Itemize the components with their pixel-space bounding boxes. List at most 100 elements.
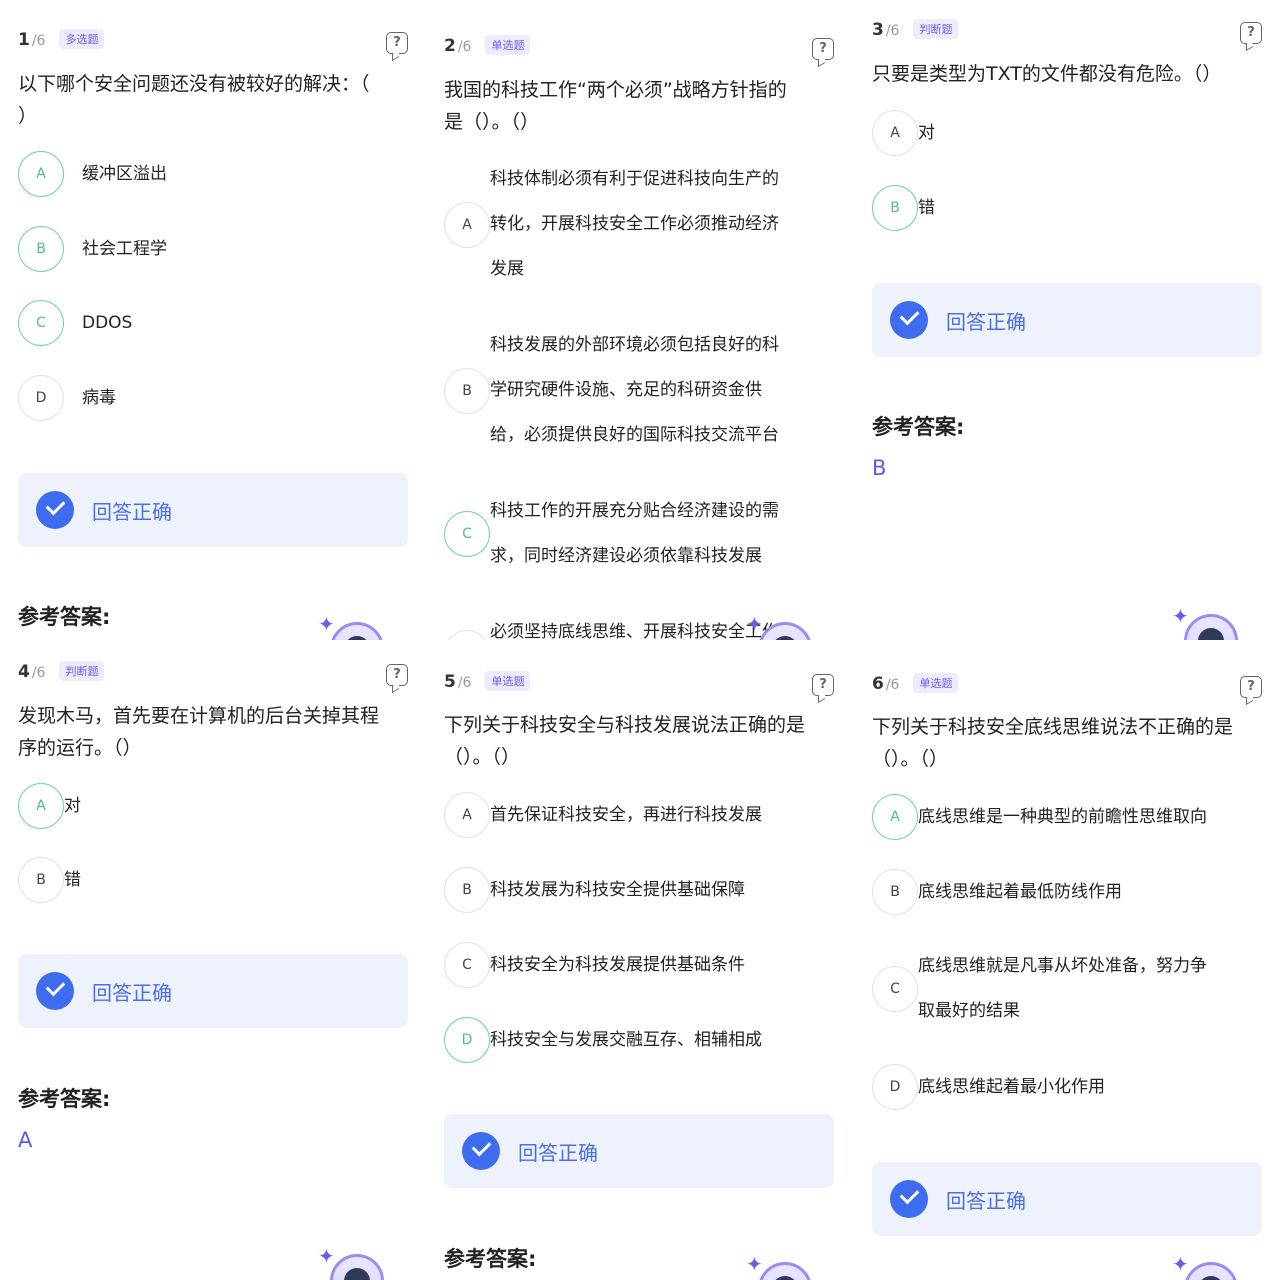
option-key: D (444, 1017, 490, 1063)
help-icon[interactable]: ? (812, 674, 834, 696)
option-key: C (872, 966, 918, 1012)
question-card-1: 1 /6 多选题 ? 以下哪个安全问题还没有被较好的解决：（ ） A 缓冲区溢出… (0, 0, 426, 640)
question-card-6: 6 /6 单选题 ? 下列关于科技安全底线思维说法不正确的是 （）。（） A 底… (854, 640, 1280, 1280)
option-text-line: 必须坚持底线思维、开展科技安全工作 (490, 622, 779, 640)
check-icon (462, 1132, 500, 1170)
option-a[interactable]: A 科技体制必须有利于促进科技向生产的 转化，开展科技安全工作必须推动经济 发展 (444, 157, 779, 292)
question-type-badge: 多选题 (59, 29, 105, 49)
question-text-line: 下列关于科技安全底线思维说法不正确的是 (872, 716, 1234, 738)
option-d[interactable]: D 必须坚持底线思维、开展科技安全工作 (444, 610, 779, 640)
question-header: 1 /6 多选题 (18, 29, 105, 51)
question-text-line: （）。（） (444, 746, 521, 768)
question-number: 5 (444, 672, 456, 692)
option-d[interactable]: D 底线思维起着最小化作用 (872, 1064, 1105, 1110)
option-text: 底线思维是一种典型的前瞻性思维取向 (918, 806, 1207, 827)
assistant-avatar[interactable]: ✦ (1172, 604, 1238, 640)
option-key: A (444, 201, 490, 248)
assistant-avatar[interactable]: ✦ (318, 1244, 384, 1280)
question-text: 以下哪个安全问题还没有被较好的解决：（ ） (18, 68, 370, 132)
result-label: 回答正确 (92, 980, 172, 1005)
option-a[interactable]: A 底线思维是一种典型的前瞻性思维取向 (872, 794, 1207, 840)
answer-title: 参考答案: (18, 1087, 111, 1111)
assistant-avatar[interactable]: ✦ (746, 1252, 812, 1280)
option-key: C (444, 942, 490, 988)
result-label: 回答正确 (92, 499, 172, 524)
option-b[interactable]: B 底线思维起着最低防线作用 (872, 869, 1122, 915)
result-label: 回答正确 (946, 1188, 1026, 1213)
question-total: /6 (457, 39, 472, 55)
assistant-avatar[interactable]: ✦ (1172, 1252, 1238, 1280)
option-key: A (872, 794, 918, 840)
option-text: 底线思维就是凡事从坏处准备，努力争 取最好的结果 (918, 944, 1207, 1034)
option-b[interactable]: B 科技发展的外部环境必须包括良好的科 学研究硬件设施、充足的科研资金供 给，必… (444, 323, 779, 458)
sparkle-icon: ✦ (318, 612, 335, 636)
question-type-badge: 单选题 (485, 671, 531, 691)
option-key: B (444, 367, 490, 414)
question-number: 1 (18, 30, 30, 50)
question-type-badge: 单选题 (485, 35, 531, 55)
option-text-line: 科技体制必须有利于促进科技向生产的 (490, 169, 779, 189)
option-text: DDOS (82, 312, 133, 333)
option-key: A (18, 783, 64, 829)
option-key: B (872, 185, 918, 231)
assistant-avatar[interactable]: ✦ (746, 612, 812, 640)
option-key: B (18, 226, 64, 272)
sparkle-icon: ✦ (746, 612, 763, 636)
option-key: C (444, 511, 490, 557)
question-text: 只要是类型为TXT的文件都没有危险。（） (872, 58, 1221, 90)
option-c[interactable]: C 科技工作的开展充分贴合经济建设的需 求，同时经济建设必须依靠科技发展 (444, 489, 779, 579)
option-c[interactable]: C 科技安全为科技发展提供基础条件 (444, 942, 745, 988)
question-text-line: （）。（） (872, 748, 949, 770)
option-key: A (18, 151, 64, 197)
option-a[interactable]: A 首先保证科技安全，再进行科技发展 (444, 792, 762, 838)
option-key: A (872, 110, 918, 156)
option-c[interactable]: C DDOS (18, 300, 132, 346)
option-b[interactable]: B 错 (18, 857, 81, 903)
option-text-line: 取最好的结果 (918, 1001, 1020, 1021)
question-type-badge: 判断题 (59, 661, 105, 681)
question-number: 2 (444, 36, 456, 56)
help-icon[interactable]: ? (812, 38, 834, 60)
question-header: 2 /6 单选题 (444, 35, 531, 57)
result-banner: 回答正确 (18, 473, 408, 547)
option-d[interactable]: D 科技安全与发展交融互存、相辅相成 (444, 1017, 762, 1063)
question-number: 3 (872, 20, 884, 40)
question-total: /6 (885, 677, 900, 693)
question-number: 4 (18, 662, 30, 682)
help-icon[interactable]: ? (1240, 22, 1262, 44)
help-icon[interactable]: ? (386, 664, 408, 686)
option-text-line: 发展 (490, 259, 524, 279)
result-banner: 回答正确 (444, 1114, 834, 1188)
option-text-line: 给，必须提供良好的国际科技交流平台 (490, 425, 779, 445)
option-text: 对 (64, 795, 81, 816)
question-text-line: 下列关于科技安全与科技发展说法正确的是 (444, 714, 806, 736)
option-text-line: 底线思维就是凡事从坏处准备，努力争 (918, 956, 1207, 976)
option-c[interactable]: C 底线思维就是凡事从坏处准备，努力争 取最好的结果 (872, 944, 1207, 1034)
help-icon[interactable]: ? (1240, 676, 1262, 698)
question-text-line: 序的运行。（） (18, 737, 142, 759)
option-text-line: 科技发展的外部环境必须包括良好的科 (490, 335, 779, 355)
question-total: /6 (31, 33, 46, 49)
option-a[interactable]: A 对 (18, 783, 81, 829)
result-banner: 回答正确 (872, 283, 1262, 357)
option-text: 科技安全与发展交融互存、相辅相成 (490, 1029, 762, 1050)
option-b[interactable]: B 错 (872, 185, 935, 231)
help-icon[interactable]: ? (386, 32, 408, 54)
assistant-avatar[interactable]: ✦ (318, 612, 384, 640)
option-a[interactable]: A 对 (872, 110, 935, 156)
option-key: D (18, 375, 64, 421)
option-text: 病毒 (82, 387, 116, 408)
option-b[interactable]: B 社会工程学 (18, 226, 167, 272)
option-a[interactable]: A 缓冲区溢出 (18, 151, 167, 197)
option-text: 必须坚持底线思维、开展科技安全工作 (490, 610, 779, 640)
option-text: 科技工作的开展充分贴合经济建设的需 求，同时经济建设必须依靠科技发展 (490, 489, 779, 579)
option-d[interactable]: D 病毒 (18, 375, 116, 421)
option-text: 科技安全为科技发展提供基础条件 (490, 954, 745, 975)
option-key: B (18, 857, 64, 903)
question-text-line: 是（）。（） (444, 111, 540, 133)
sparkle-icon: ✦ (318, 1244, 335, 1268)
option-b[interactable]: B 科技发展为科技安全提供基础保障 (444, 867, 745, 913)
sparkle-icon: ✦ (1172, 604, 1189, 628)
option-text: 缓冲区溢出 (82, 163, 167, 184)
check-icon (36, 972, 74, 1010)
